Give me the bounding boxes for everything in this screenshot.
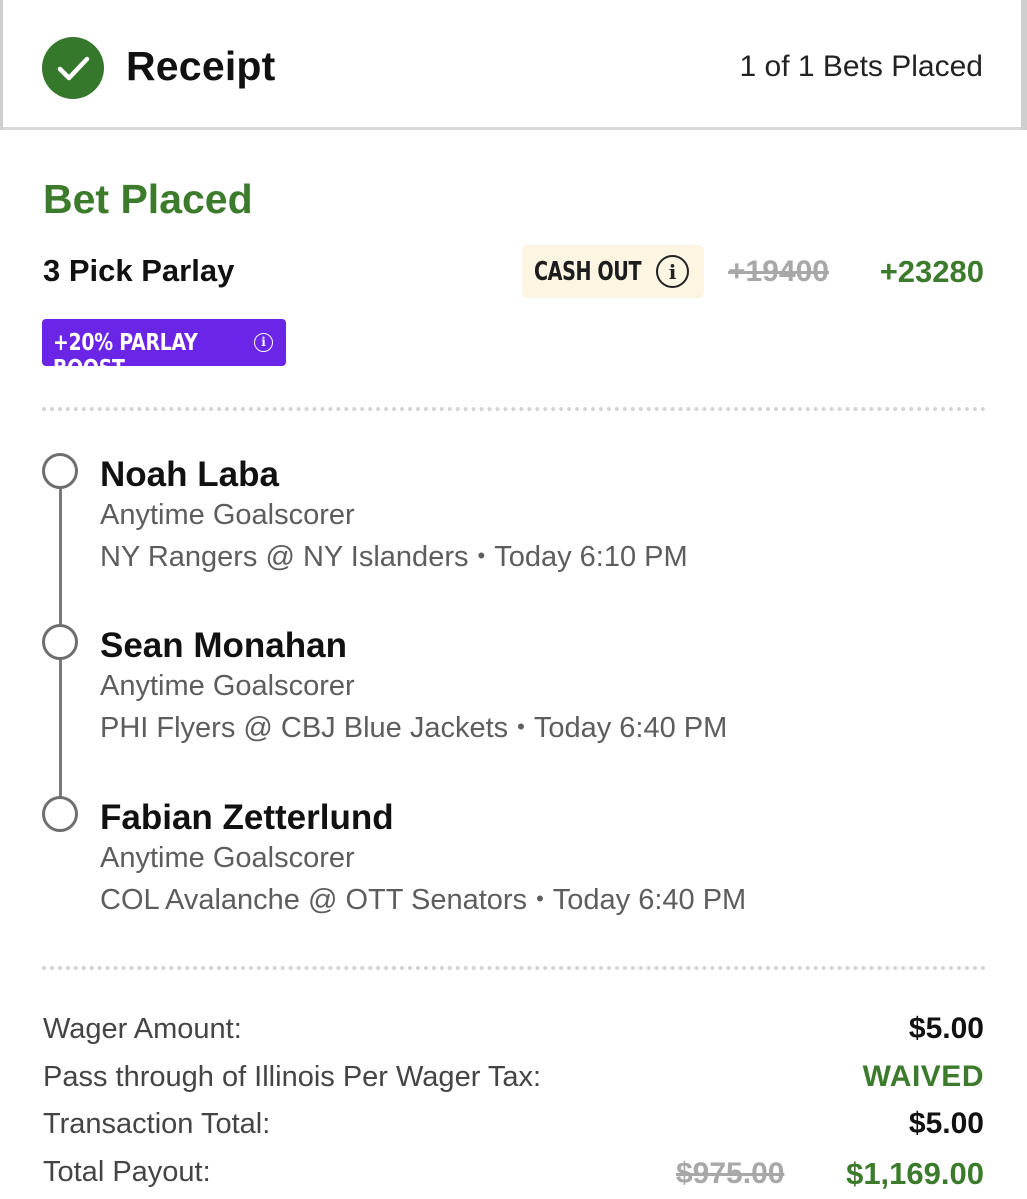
parlay-boost-label: +20% PARLAY BOOST: [53, 330, 198, 382]
leg-matchup: COL Avalanche @ OTT Senators: [100, 884, 528, 916]
leg-matchup: PHI Flyers @ CBJ Blue Jackets: [100, 712, 509, 744]
leg-player: Noah Laba: [100, 455, 279, 494]
boosted-odds: +23280: [879, 254, 984, 289]
leg-time: Today 6:10 PM: [494, 541, 688, 573]
divider: [42, 407, 986, 411]
wager-amount-value: $5.00: [908, 1012, 984, 1045]
sheet-edge-right: [1021, 0, 1027, 130]
parlay-boost-badge[interactable]: +20% PARLAY BOOST i: [42, 319, 286, 382]
tax-label: Pass through of Illinois Per Wager Tax:: [43, 1061, 542, 1093]
receipt-page: Receipt 1 of 1 Bets Placed Bet Placed 3 …: [0, 0, 1027, 1199]
parlay-type: 3 Pick Parlay: [43, 253, 235, 288]
leg-time: Today 6:40 PM: [552, 884, 747, 916]
info-icon[interactable]: i: [656, 255, 689, 288]
leg-player: Fabian Zetterlund: [100, 798, 394, 837]
leg-matchup: NY Rangers @ NY Islanders: [100, 541, 469, 573]
leg-market: Anytime Goalscorer: [100, 670, 355, 702]
leg-market: Anytime Goalscorer: [100, 842, 355, 874]
leg-player: Sean Monahan: [100, 626, 347, 665]
cash-out-button[interactable]: CASH OUT i: [522, 245, 704, 298]
total-payout-label: Total Payout:: [43, 1156, 211, 1188]
receipt-header: Receipt 1 of 1 Bets Placed: [0, 0, 1027, 130]
original-odds: +19400: [728, 255, 829, 288]
check-circle-icon: [42, 37, 104, 99]
leg-game: COL Avalanche @ OTT Senators • Today 6:40 …: [100, 884, 746, 917]
separator-dot: •: [536, 886, 544, 911]
wager-amount-label: Wager Amount:: [43, 1013, 242, 1045]
original-payout: $975.00: [676, 1157, 785, 1190]
leg-time: Today 6:40 PM: [533, 712, 728, 744]
tax-value: WAIVED: [862, 1060, 984, 1093]
separator-dot: •: [477, 543, 486, 568]
leg-market: Anytime Goalscorer: [100, 499, 355, 531]
page-title: Receipt: [126, 43, 276, 89]
leg-circle-icon: [42, 796, 78, 832]
boosted-payout: $1,169.00: [846, 1156, 984, 1191]
leg-game: NY Rangers @ NY Islanders • Today 6:10 PM: [100, 541, 688, 574]
sheet-edge-left: [0, 0, 3, 130]
cash-out-label: CASH OUT: [534, 257, 642, 287]
divider: [42, 966, 986, 970]
transaction-total-value: $5.00: [908, 1107, 984, 1140]
bet-status-title: Bet Placed: [43, 176, 253, 222]
transaction-total-label: Transaction Total:: [43, 1108, 271, 1140]
leg-game: PHI Flyers @ CBJ Blue Jackets • Today 6:40…: [100, 712, 727, 745]
leg-circle-icon: [42, 624, 78, 660]
boost-info-icon[interactable]: i: [254, 333, 273, 352]
leg-circle-icon: [42, 453, 78, 489]
separator-dot: •: [517, 714, 525, 739]
bets-placed-count: 1 of 1 Bets Placed: [739, 50, 984, 83]
